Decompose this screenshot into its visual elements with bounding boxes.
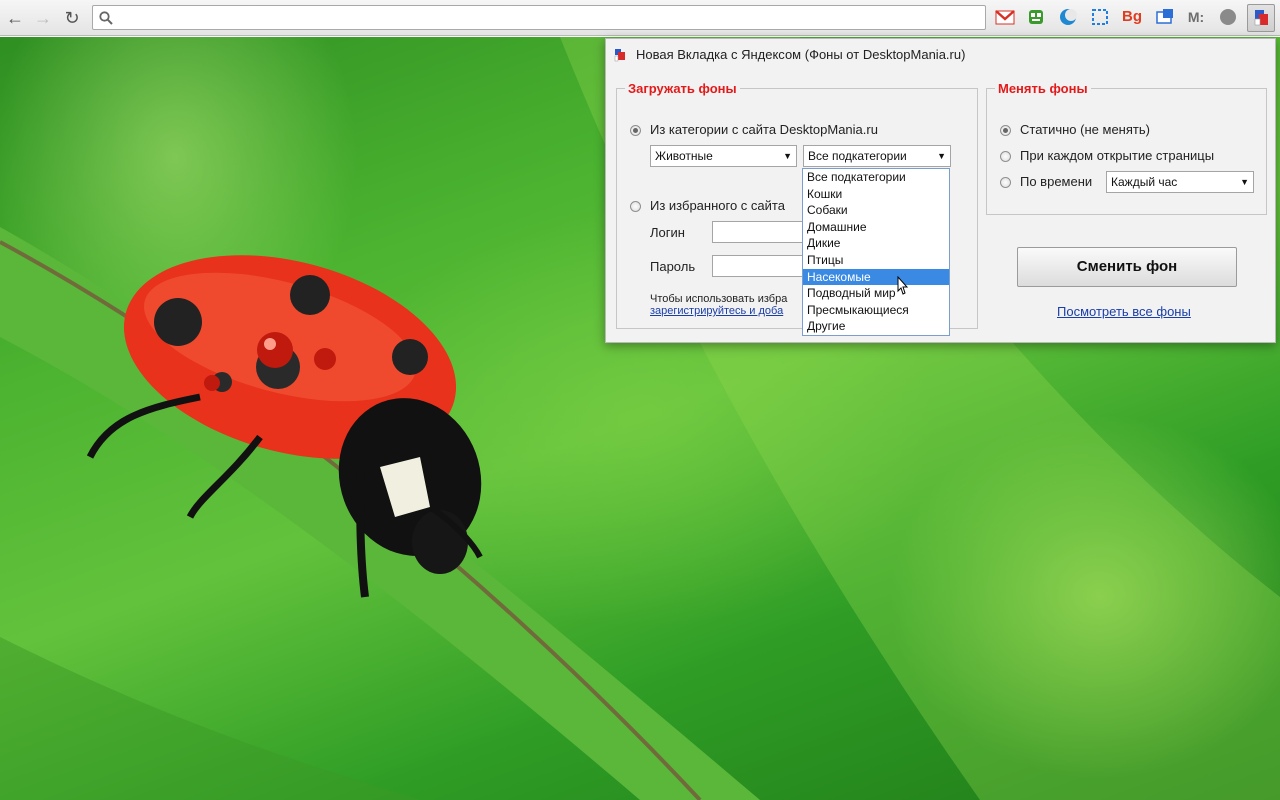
each-open-option-label: При каждом открытие страницы (1020, 148, 1215, 163)
dropdown-option[interactable]: Собаки (803, 202, 949, 219)
dropdown-option-highlighted[interactable]: Насекомые (803, 268, 949, 286)
dropdown-arrow-icon: ▼ (937, 151, 946, 161)
register-link[interactable]: зарегистрируйтесь и доба (650, 305, 783, 317)
favorites-radio[interactable] (630, 201, 641, 212)
change-backgrounds-legend: Менять фоны (998, 81, 1088, 96)
dropdown-option[interactable]: Кошки (803, 186, 949, 203)
bg-icon[interactable]: Bg (1122, 7, 1142, 27)
static-option-label: Статично (не менять) (1020, 122, 1150, 137)
omnibox[interactable] (92, 5, 986, 30)
yandex-tab-extension-button[interactable] (1247, 4, 1275, 32)
static-radio[interactable] (1000, 125, 1011, 136)
register-note-line: зарегистрируйтесь и доба (650, 305, 783, 317)
interval-select[interactable]: Каждый час ▼ (1106, 171, 1254, 193)
omnibox-input[interactable] (119, 8, 979, 27)
gmail-icon[interactable] (995, 7, 1015, 27)
dropdown-option[interactable]: Дикие (803, 235, 949, 252)
favorites-note: Чтобы использовать избра (650, 293, 788, 305)
dropdown-option[interactable]: Птицы (803, 252, 949, 269)
subcategory-dropdown-list: Все подкатегории Кошки Собаки Домашние Д… (802, 168, 950, 336)
subcategory-select-value: Все подкатегории (808, 149, 907, 163)
dropdown-option[interactable]: Все подкатегории (803, 169, 949, 186)
login-input[interactable] (712, 221, 812, 243)
by-time-radio[interactable] (1000, 177, 1011, 188)
load-backgrounds-legend: Загружать фоны (628, 81, 737, 96)
interval-select-value: Каждый час (1111, 175, 1178, 189)
mouse-pointer-icon (897, 276, 909, 295)
reload-icon[interactable]: ↻ (61, 7, 83, 29)
yandex-tab-icon (1254, 10, 1268, 26)
by-time-option-label: По времени (1020, 174, 1093, 189)
dropdown-option[interactable]: Домашние (803, 219, 949, 236)
dropdown-option[interactable]: Подводный мир (803, 285, 949, 302)
password-input[interactable] (712, 255, 812, 277)
mi-icon[interactable]: M: (1186, 7, 1206, 27)
password-label: Пароль (650, 259, 696, 274)
screenshot-icon[interactable] (1090, 7, 1110, 27)
yandex-tab-icon (614, 49, 625, 62)
category-option-label: Из категории с сайта DesktopMania.ru (650, 122, 878, 137)
moon-icon[interactable] (1058, 7, 1078, 27)
login-label: Логин (650, 225, 685, 240)
dropdown-option[interactable]: Пресмыкающиеся (803, 302, 949, 319)
view-all-backgrounds-link[interactable]: Посмотреть все фоны (1057, 304, 1191, 319)
subcategory-select[interactable]: Все подкатегории ▼ (803, 145, 951, 167)
favorites-option-label: Из избранного с сайта (650, 198, 785, 213)
change-background-button[interactable]: Сменить фон (1017, 247, 1237, 287)
speech-bubble-icon[interactable] (1218, 7, 1238, 27)
forward-arrow-icon[interactable]: → (32, 7, 54, 29)
dropdown-arrow-icon: ▼ (783, 151, 792, 161)
category-select[interactable]: Животные ▼ (650, 145, 797, 167)
robot-icon[interactable] (1026, 7, 1046, 27)
browser-toolbar: ← → ↻ Bg M: (0, 0, 1280, 36)
each-open-radio[interactable] (1000, 151, 1011, 162)
category-radio[interactable] (630, 125, 641, 136)
category-select-value: Животные (655, 149, 713, 163)
popup-title: Новая Вкладка с Яндексом (Фоны от Deskto… (636, 47, 966, 62)
back-arrow-icon[interactable]: ← (4, 7, 26, 29)
dropdown-option[interactable]: Другие (803, 318, 949, 335)
translate-icon[interactable] (1155, 7, 1175, 27)
search-icon (99, 11, 113, 25)
dropdown-arrow-icon: ▼ (1240, 177, 1249, 187)
